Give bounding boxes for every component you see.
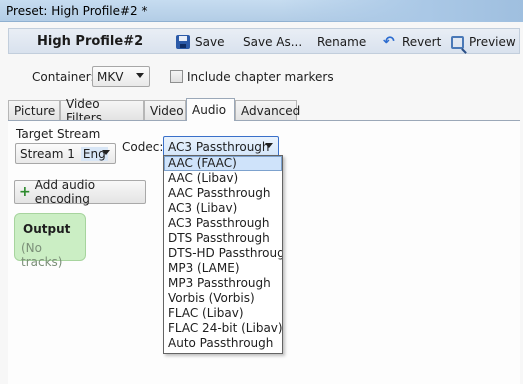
codec-option-vorbis[interactable]: Vorbis (Vorbis): [164, 291, 282, 306]
window-title: Preset: High Profile#2 *: [6, 4, 148, 18]
preview-icon: [451, 35, 464, 49]
plus-icon: +: [19, 184, 31, 200]
target-stream-select[interactable]: Stream 1 Eng: [15, 143, 116, 164]
codec-option-mp3-lame[interactable]: MP3 (LAME): [164, 261, 282, 276]
codec-option-auto-passthrough[interactable]: Auto Passthrough: [164, 336, 282, 351]
stream-value: Stream 1: [20, 146, 75, 161]
chevron-down-icon: [136, 73, 144, 78]
save-as-label: Save As...: [243, 35, 303, 49]
chevron-down-icon: [102, 150, 110, 155]
codec-label: Codec:: [122, 140, 164, 154]
revert-button[interactable]: ↶ Revert: [383, 33, 441, 51]
codec-dropdown-list: AAC (FAAC) AAC (Libav) AAC Passthrough A…: [163, 155, 283, 354]
tab-video-filters[interactable]: Video Filters: [60, 97, 144, 125]
output-subtitle: (No tracks): [21, 241, 63, 269]
save-as-button[interactable]: Save As...: [243, 33, 302, 51]
tab-advanced[interactable]: Advanced: [235, 100, 301, 120]
codec-option-aac-faac[interactable]: AAC (FAAC): [164, 156, 282, 171]
revert-label: Revert: [402, 35, 442, 49]
preview-label: Preview: [469, 35, 516, 49]
tab-video[interactable]: Video: [144, 100, 186, 120]
codec-option-mp3-passthrough[interactable]: MP3 Passthrough: [164, 276, 282, 291]
save-label: Save: [195, 35, 225, 49]
tab-audio[interactable]: Audio: [186, 98, 235, 121]
preview-button[interactable]: Preview: [451, 33, 516, 51]
codec-option-dts-hd-passthrough[interactable]: DTS-HD Passthrough: [164, 246, 282, 261]
container-value: MKV: [97, 69, 124, 84]
codec-option-flac-libav[interactable]: FLAC (Libav): [164, 306, 282, 321]
chevron-down-icon: [265, 143, 273, 148]
save-button[interactable]: Save: [176, 33, 224, 51]
chapter-markers-label: Include chapter markers: [187, 70, 334, 84]
preset-toolbar: High Profile#2 Save Save As... Rename ↶ …: [8, 28, 520, 54]
add-audio-encoding-button[interactable]: + Add audio encoding: [14, 178, 146, 206]
tab-picture-label: Picture: [14, 103, 56, 118]
output-title: Output: [23, 222, 71, 236]
tab-video-label: Video: [150, 103, 184, 118]
container-label: Container:: [32, 70, 95, 84]
profile-name: High Profile#2: [37, 34, 144, 49]
codec-value: AC3 Passthrough: [168, 139, 270, 154]
codec-option-dts-passthrough[interactable]: DTS Passthrough: [164, 231, 282, 246]
titlebar-background: [280, 0, 523, 22]
output-card: Output (No tracks): [14, 213, 86, 269]
codec-option-aac-libav[interactable]: AAC (Libav): [164, 171, 282, 186]
target-stream-label: Target Stream: [16, 127, 101, 141]
rename-label: Rename: [317, 35, 367, 49]
revert-icon: ↶: [383, 34, 395, 50]
tab-advanced-label: Advanced: [241, 103, 301, 118]
codec-option-flac-24bit-libav[interactable]: FLAC 24-bit (Libav): [164, 321, 282, 336]
settings-tabs: Picture Video Filters Video Audio Advanc…: [8, 97, 520, 125]
save-icon: [176, 35, 190, 49]
codec-select[interactable]: AC3 Passthrough: [163, 136, 279, 157]
rename-button[interactable]: Rename: [317, 33, 366, 51]
window-titlebar: Preset: High Profile#2 *: [0, 0, 523, 22]
chapter-markers-checkbox[interactable]: [170, 70, 183, 83]
codec-option-ac3-libav[interactable]: AC3 (Libav): [164, 201, 282, 216]
tab-picture[interactable]: Picture: [8, 100, 60, 120]
codec-option-ac3-passthrough[interactable]: AC3 Passthrough: [164, 216, 282, 231]
container-select[interactable]: MKV: [92, 66, 150, 87]
add-audio-encoding-label: Add audio encoding: [34, 178, 96, 206]
codec-option-aac-passthrough[interactable]: AAC Passthrough: [164, 186, 282, 201]
tab-audio-label: Audio: [192, 103, 227, 117]
